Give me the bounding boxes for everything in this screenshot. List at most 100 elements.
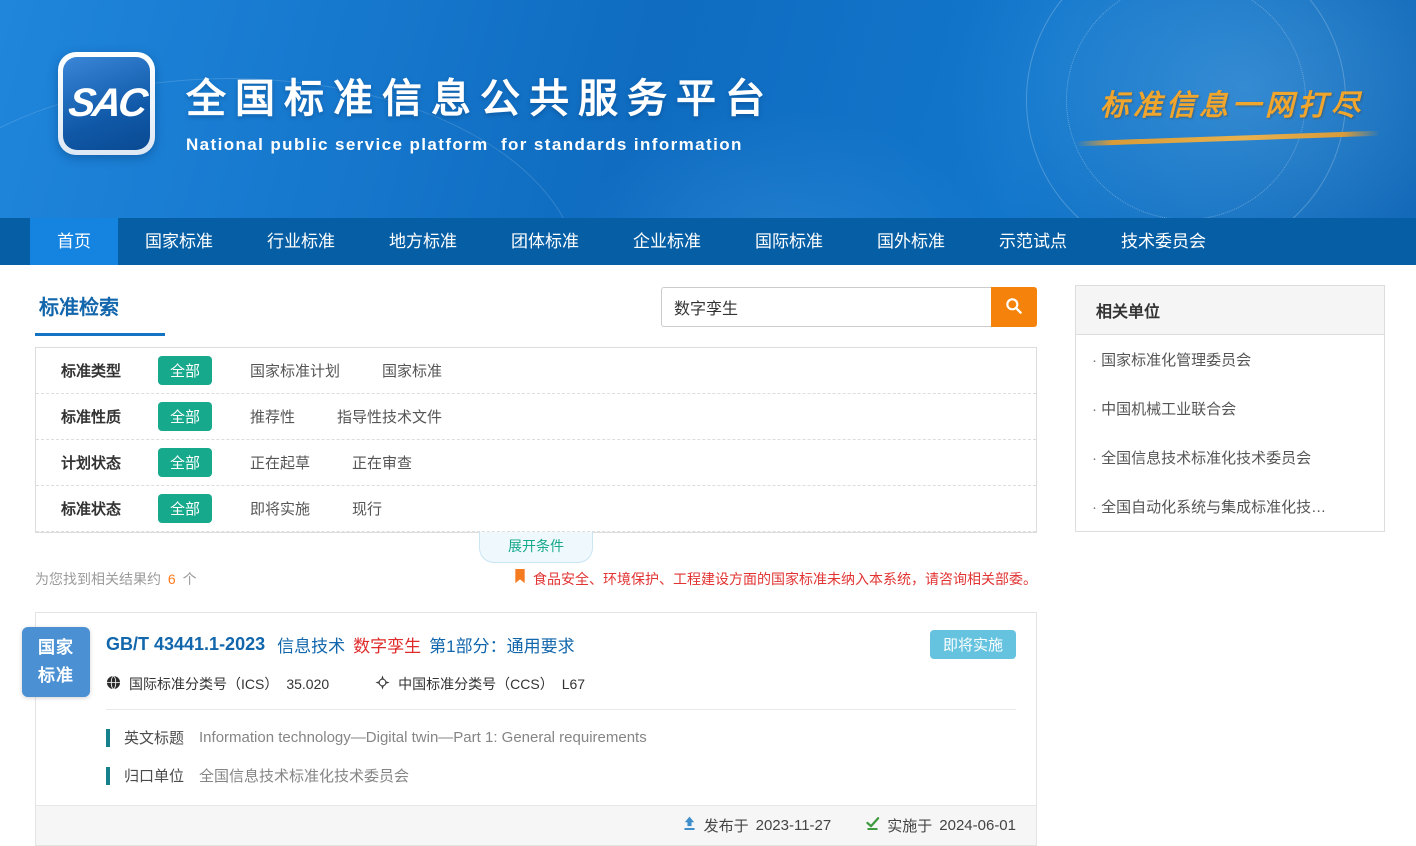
related-units-box: 相关单位 国家标准化管理委员会 中国机械工业联合会 全国信息技术标准化技术委员会… xyxy=(1075,285,1385,532)
filter-option[interactable]: 指导性技术文件 xyxy=(337,406,442,427)
ccs-value: L67 xyxy=(562,676,585,692)
ccs-classification: 中国标准分类号（CCS） L67 xyxy=(375,674,585,694)
result-card-footer: 发布于 2023-11-27 实施于 2024-06-01 xyxy=(36,805,1036,845)
committee-row: 归口单位 全国信息技术标准化技术委员会 xyxy=(106,765,1016,786)
filter-all-button[interactable]: 全部 xyxy=(158,402,212,431)
nav-item-pilot[interactable]: 示范试点 xyxy=(972,218,1094,265)
filter-all-button[interactable]: 全部 xyxy=(158,356,212,385)
field-value: 全国信息技术标准化技术委员会 xyxy=(199,765,409,786)
nav-item-local-standards[interactable]: 地方标准 xyxy=(362,218,484,265)
status-badge: 即将实施 xyxy=(930,630,1016,659)
standard-title-part: 第1部分：通用要求 xyxy=(429,632,574,657)
sidebar-item-sac[interactable]: 国家标准化管理委员会 xyxy=(1076,335,1384,384)
english-title-row: 英文标题 Information technology—Digital twin… xyxy=(106,727,1016,748)
site-title: 全国标准信息公共服务平台 xyxy=(186,66,774,124)
filter-option[interactable]: 即将实施 xyxy=(250,498,310,519)
search-button[interactable] xyxy=(991,287,1037,327)
filter-option[interactable]: 国家标准 xyxy=(382,360,442,381)
filter-option[interactable]: 现行 xyxy=(352,498,382,519)
ics-value: 35.020 xyxy=(286,676,329,692)
result-count-suffix: 个 xyxy=(183,571,197,587)
implemented-date-group: 实施于 2024-06-01 xyxy=(865,815,1016,836)
result-card-body: GB/T 43441.1-2023 信息技术 数字孪生 第1部分：通用要求 即将… xyxy=(36,613,1036,786)
header-slogan: 标准信息一网打尽 xyxy=(1100,82,1364,141)
sac-logo-inner: SAC xyxy=(63,57,150,150)
field-label: 归口单位 xyxy=(124,765,184,786)
field-accent-bar xyxy=(106,729,110,747)
sidebar-item-automation-committee[interactable]: 全国自动化系统与集成标准化技… xyxy=(1076,482,1384,531)
type-badge-line2: 标准 xyxy=(38,662,74,690)
site-header: SAC 全国标准信息公共服务平台 National public service… xyxy=(0,0,1416,218)
sac-logo-text: SAC xyxy=(66,81,148,126)
filter-all-button[interactable]: 全部 xyxy=(158,494,212,523)
standard-title-part: 信息技术 xyxy=(277,632,345,657)
published-date-group: 发布于 2023-11-27 xyxy=(682,815,832,836)
filter-label: 计划状态 xyxy=(61,452,158,473)
section-title-standard-search: 标准检索 xyxy=(35,285,121,336)
nav-item-industry-standards[interactable]: 行业标准 xyxy=(240,218,362,265)
nav-item-international-standards[interactable]: 国际标准 xyxy=(728,218,850,265)
site-subtitle: National public service platform for sta… xyxy=(186,135,774,155)
sidebar: 相关单位 国家标准化管理委员会 中国机械工业联合会 全国信息技术标准化技术委员会… xyxy=(1075,285,1385,532)
ccs-label: 中国标准分类号（CCS） xyxy=(398,674,554,694)
search-row: 标准检索 xyxy=(35,285,1037,347)
main-column: 标准检索 标准类型 全部 国家标准计 xyxy=(35,285,1037,846)
bookmark-icon xyxy=(514,569,526,589)
compass-icon xyxy=(375,675,390,693)
nav-item-national-standards[interactable]: 国家标准 xyxy=(118,218,240,265)
ics-label: 国际标准分类号（ICS） xyxy=(129,674,278,694)
filter-option[interactable]: 推荐性 xyxy=(250,406,295,427)
globe-icon xyxy=(106,675,121,693)
filter-row-standard-type: 标准类型 全部 国家标准计划 国家标准 xyxy=(36,348,1036,394)
search-box xyxy=(661,287,1037,327)
implemented-date: 2024-06-01 xyxy=(939,817,1016,834)
publish-icon xyxy=(682,816,697,835)
filter-row-standard-status: 标准状态 全部 即将实施 现行 xyxy=(36,486,1036,532)
search-input[interactable] xyxy=(661,287,991,327)
published-label: 发布于 xyxy=(704,815,749,836)
card-divider xyxy=(106,709,1016,710)
published-date: 2023-11-27 xyxy=(756,817,832,834)
filter-option[interactable]: 正在审查 xyxy=(352,452,412,473)
related-units-title: 相关单位 xyxy=(1076,286,1384,335)
ics-classification: 国际标准分类号（ICS） 35.020 xyxy=(106,674,329,694)
sidebar-item-machinery-federation[interactable]: 中国机械工业联合会 xyxy=(1076,384,1384,433)
field-accent-bar xyxy=(106,767,110,785)
nav-item-foreign-standards[interactable]: 国外标准 xyxy=(850,218,972,265)
expand-conditions-button[interactable]: 展开条件 xyxy=(479,532,593,563)
result-card: 国家 标准 GB/T 43441.1-2023 信息技术 数字孪生 第1部分：通… xyxy=(35,612,1037,846)
main-nav: 首页 国家标准 行业标准 地方标准 团体标准 企业标准 国际标准 国外标准 示范… xyxy=(0,218,1416,265)
implemented-label: 实施于 xyxy=(887,815,932,836)
sac-logo[interactable]: SAC xyxy=(58,52,155,155)
filter-section: 标准类型 全部 国家标准计划 国家标准 标准性质 全部 推荐性 指导性技术文件 … xyxy=(35,347,1037,533)
filter-label: 标准状态 xyxy=(61,498,158,519)
search-icon xyxy=(1004,296,1024,319)
nav-item-home[interactable]: 首页 xyxy=(30,218,118,265)
sidebar-item-it-standardization-committee[interactable]: 全国信息技术标准化技术委员会 xyxy=(1076,433,1384,482)
nav-item-technical-committee[interactable]: 技术委员会 xyxy=(1094,218,1233,265)
results-row: 为您找到相关结果约 6 个 食品安全、环境保护、工程建设方面的国家标准未纳入本系… xyxy=(35,569,1037,589)
filter-label: 标准类型 xyxy=(61,360,158,381)
result-card-box: GB/T 43441.1-2023 信息技术 数字孪生 第1部分：通用要求 即将… xyxy=(35,612,1037,846)
field-label: 英文标题 xyxy=(124,727,184,748)
nav-item-enterprise-standards[interactable]: 企业标准 xyxy=(606,218,728,265)
filter-all-button[interactable]: 全部 xyxy=(158,448,212,477)
standard-code: GB/T 43441.1-2023 xyxy=(106,634,265,655)
implement-check-icon xyxy=(865,816,880,835)
title-block: 全国标准信息公共服务平台 National public service pla… xyxy=(186,66,774,155)
filter-row-standard-nature: 标准性质 全部 推荐性 指导性技术文件 xyxy=(36,394,1036,440)
result-count-number: 6 xyxy=(168,571,176,587)
filter-box: 标准类型 全部 国家标准计划 国家标准 标准性质 全部 推荐性 指导性技术文件 … xyxy=(35,347,1037,533)
nav-item-group-standards[interactable]: 团体标准 xyxy=(484,218,606,265)
standard-type-badge: 国家 标准 xyxy=(22,627,90,697)
standard-title-highlight: 数字孪生 xyxy=(353,632,421,657)
filter-row-plan-status: 计划状态 全部 正在起草 正在审查 xyxy=(36,440,1036,486)
system-notice: 食品安全、环境保护、工程建设方面的国家标准未纳入本系统，请咨询相关部委。 xyxy=(514,569,1037,589)
filter-option[interactable]: 国家标准计划 xyxy=(250,360,340,381)
standard-title-link[interactable]: GB/T 43441.1-2023 信息技术 数字孪生 第1部分：通用要求 即将… xyxy=(106,630,1016,659)
type-badge-line1: 国家 xyxy=(38,634,74,662)
result-count-prefix: 为您找到相关结果约 xyxy=(35,571,161,587)
filter-label: 标准性质 xyxy=(61,406,158,427)
filter-option[interactable]: 正在起草 xyxy=(250,452,310,473)
header-slogan-text: 标准信息一网打尽 xyxy=(1100,88,1364,122)
